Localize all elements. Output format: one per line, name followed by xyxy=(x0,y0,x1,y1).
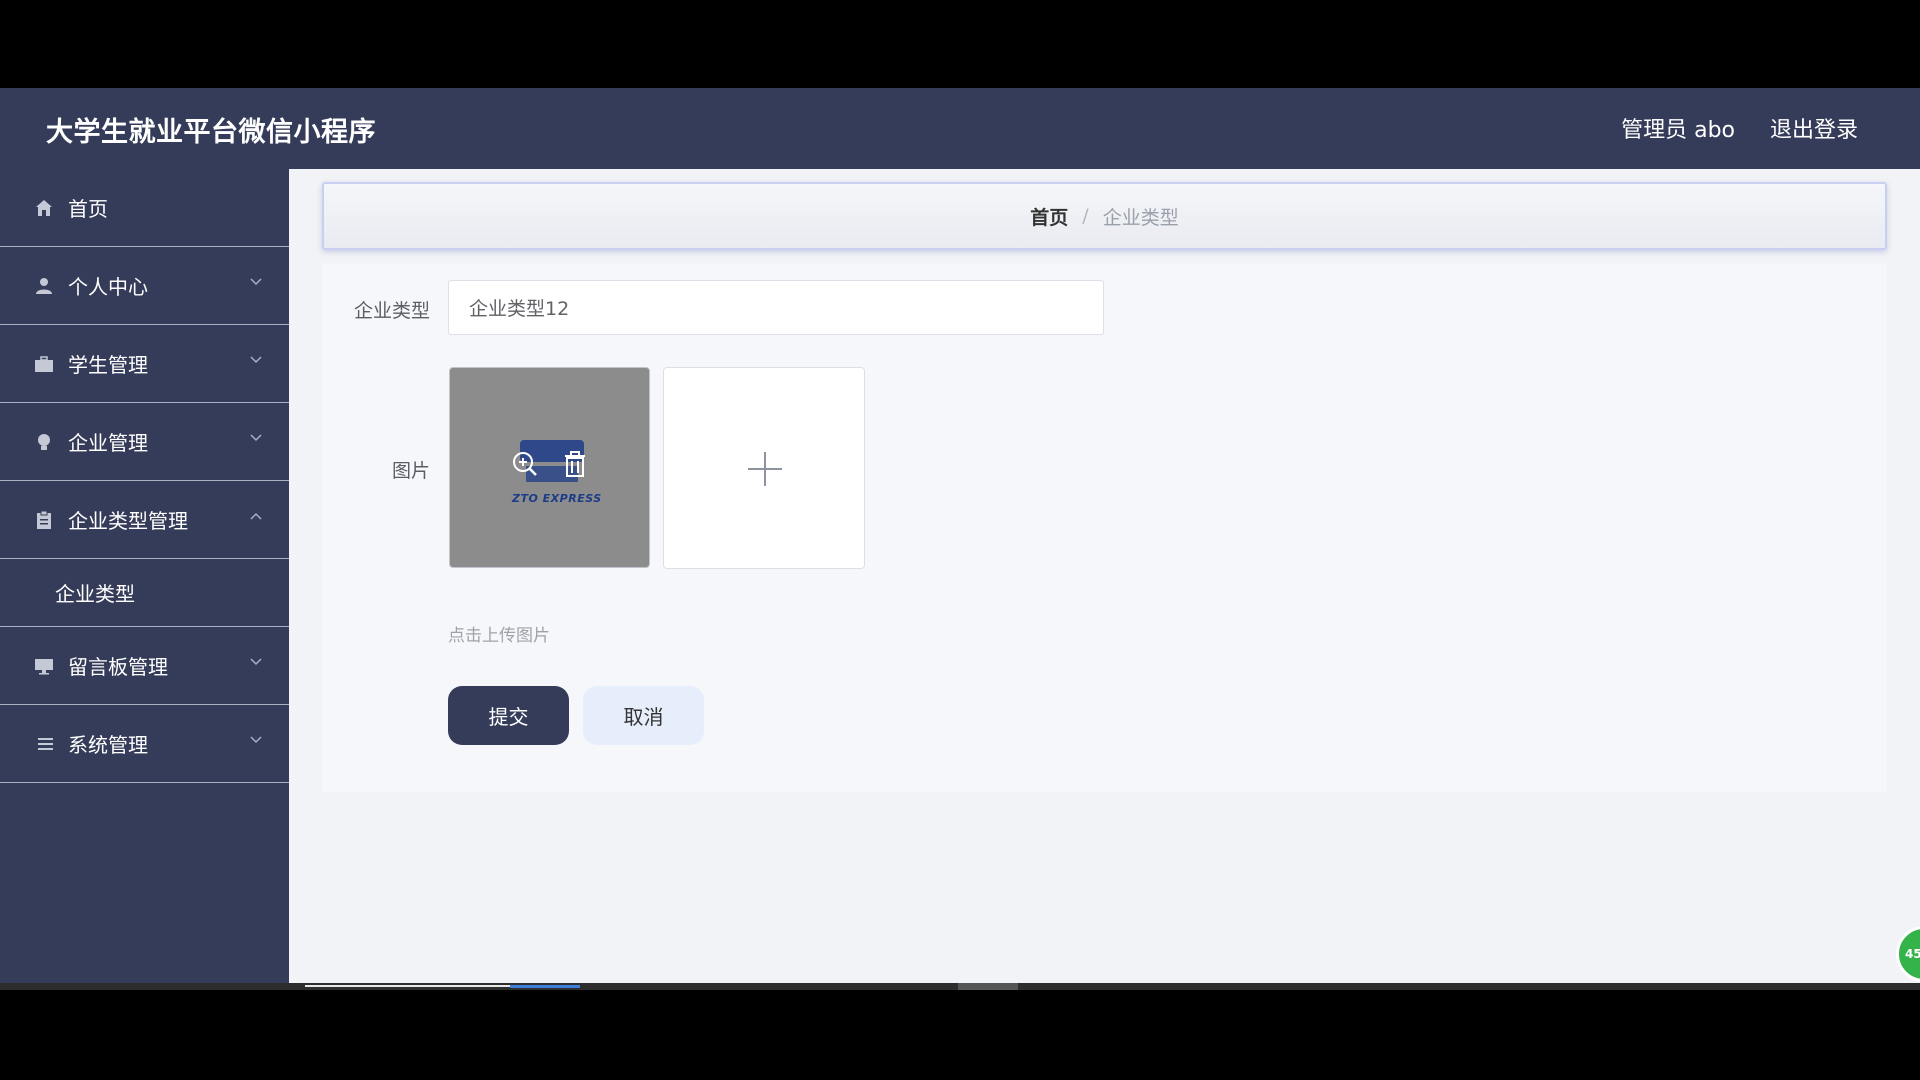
current-user-label: 管理员 abo xyxy=(1621,118,1735,143)
sidebar-item-home[interactable]: 首页 xyxy=(0,169,289,247)
breadcrumb-current: 企业类型 xyxy=(1102,206,1179,229)
home-icon xyxy=(34,198,54,218)
logo-caption: ZTO EXPRESS xyxy=(512,492,602,505)
clipboard-icon xyxy=(34,510,54,530)
monitor-icon xyxy=(34,656,54,676)
floating-badge-text: 45 xyxy=(1905,947,1920,961)
sidebar-item-system-management[interactable]: 系统管理 xyxy=(0,705,289,783)
chevron-down-icon xyxy=(250,658,262,666)
sidebar-item-label: 首页 xyxy=(68,197,108,221)
top-header: 大学生就业平台微信小程序 管理员 abo 退出登录 xyxy=(0,88,1920,169)
video-progress-bar[interactable] xyxy=(0,983,1920,990)
enterprise-type-label: 企业类型 xyxy=(354,300,431,322)
bulb-icon xyxy=(34,432,54,452)
floating-badge[interactable]: 45 xyxy=(1896,926,1920,982)
sidebar-item-label: 企业类型管理 xyxy=(68,509,188,533)
image-label: 图片 xyxy=(392,460,431,482)
sidebar-item-enterprise-type-management[interactable]: 企业类型管理 xyxy=(0,481,289,559)
zoom-in-icon[interactable] xyxy=(511,450,539,478)
breadcrumb-separator: / xyxy=(1082,205,1089,227)
sidebar-subitem-label: 企业类型 xyxy=(55,582,135,606)
image-upload-button[interactable] xyxy=(663,367,865,569)
app-window: 大学生就业平台微信小程序 管理员 abo 退出登录 首页 个人中心 学生管理 企… xyxy=(0,88,1920,990)
chevron-up-icon xyxy=(250,512,262,520)
uploaded-image-thumbnail: ZTO EXPRESS xyxy=(449,367,650,568)
sidebar-item-label: 个人中心 xyxy=(68,275,148,299)
sidebar-item-label: 学生管理 xyxy=(68,353,148,377)
submit-button[interactable]: 提交 xyxy=(448,686,569,745)
sidebar-item-enterprise-management[interactable]: 企业管理 xyxy=(0,403,289,481)
sidebar-item-label: 企业管理 xyxy=(68,431,148,455)
breadcrumb-home-link[interactable]: 首页 xyxy=(1030,203,1068,230)
logout-link[interactable]: 退出登录 xyxy=(1770,112,1858,144)
sidebar-item-label: 系统管理 xyxy=(68,733,148,757)
enterprise-type-input[interactable] xyxy=(448,280,1104,335)
chevron-down-icon xyxy=(250,278,262,286)
user-icon xyxy=(34,276,54,296)
upload-hint: 点击上传图片 xyxy=(448,626,550,646)
list-icon xyxy=(34,734,54,754)
chevron-down-icon xyxy=(250,434,262,442)
video-letterbox-top xyxy=(0,0,1920,88)
sidebar-item-personal-center[interactable]: 个人中心 xyxy=(0,247,289,325)
delete-icon[interactable] xyxy=(561,450,589,478)
sidebar-subitem-enterprise-type[interactable]: 企业类型 xyxy=(0,559,289,627)
briefcase-icon xyxy=(34,354,54,374)
sidebar-item-message-board-management[interactable]: 留言板管理 xyxy=(0,627,289,705)
video-letterbox-bottom xyxy=(0,990,1920,1080)
app-title: 大学生就业平台微信小程序 xyxy=(46,117,376,148)
sidebar-menu: 首页 个人中心 学生管理 企业管理 企业类型管理 企业类型 留言板管理 系统管理 xyxy=(0,169,289,990)
breadcrumb: 首页 / 企业类型 xyxy=(322,182,1887,250)
cancel-button[interactable]: 取消 xyxy=(583,686,704,745)
form-panel: 企业类型 图片 ZTO EXPRESS xyxy=(322,264,1887,792)
sidebar-item-label: 留言板管理 xyxy=(68,655,168,679)
sidebar-item-student-management[interactable]: 学生管理 xyxy=(0,325,289,403)
chevron-down-icon xyxy=(250,356,262,364)
chevron-down-icon xyxy=(250,736,262,744)
